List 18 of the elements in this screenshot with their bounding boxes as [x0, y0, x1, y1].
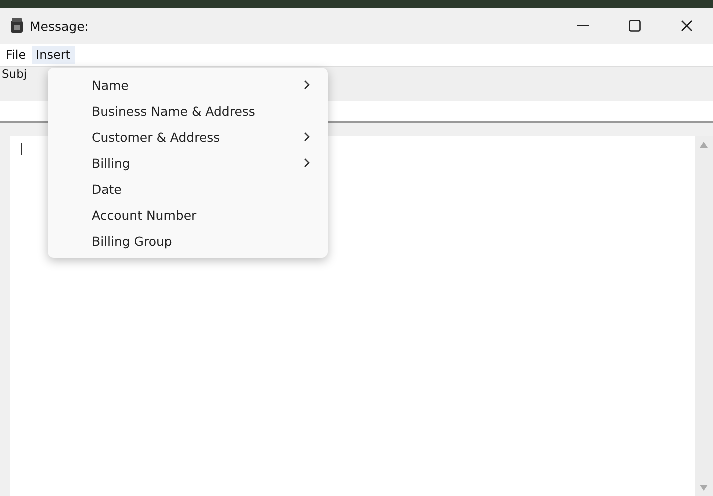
menu-item[interactable]: Date: [48, 176, 328, 202]
scroll-up-icon[interactable]: [700, 142, 708, 148]
menu-item[interactable]: Insert: [32, 46, 75, 64]
menu-item[interactable]: Account Number: [48, 202, 328, 228]
subject-label: Subj: [2, 67, 28, 81]
menu-item[interactable]: File: [2, 46, 30, 64]
menu-item[interactable]: Name: [48, 72, 328, 98]
minimize-icon: [577, 25, 589, 27]
text-cursor-icon: [21, 143, 22, 155]
menu-item[interactable]: Billing Group: [48, 228, 328, 254]
scroll-down-icon[interactable]: [700, 485, 708, 491]
close-icon: [681, 20, 693, 32]
menu-item[interactable]: Billing: [48, 150, 328, 176]
maximize-icon: [629, 20, 641, 32]
window-title: Message:: [30, 18, 90, 34]
app-icon: [10, 18, 24, 34]
menu-item[interactable]: Customer & Address: [48, 124, 328, 150]
menu-item[interactable]: Business Name & Address: [48, 98, 328, 124]
